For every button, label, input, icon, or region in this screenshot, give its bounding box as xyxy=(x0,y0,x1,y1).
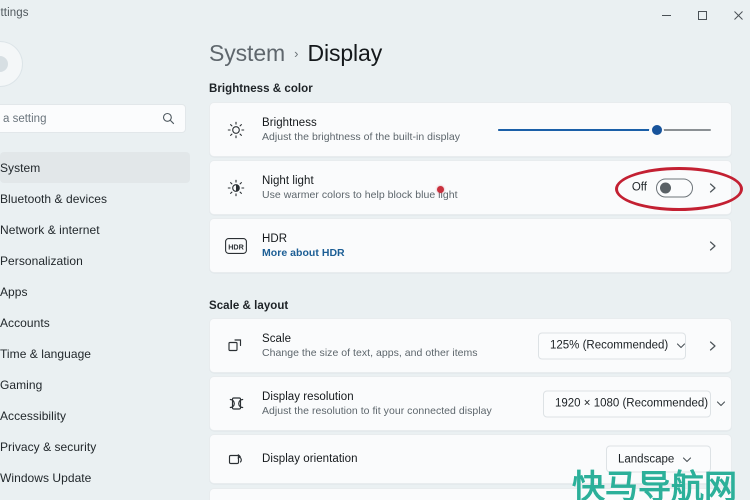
orientation-icon xyxy=(223,446,249,472)
maximize-button[interactable] xyxy=(684,0,720,30)
sidebar-item-time-language[interactable]: Time & language xyxy=(0,338,190,369)
sidebar-item-label: Accounts xyxy=(0,315,50,330)
night-light-row[interactable]: Night light Use warmer colors to help bl… xyxy=(209,160,732,215)
hdr-chevron-right-icon[interactable] xyxy=(707,240,718,251)
sidebar-item-privacy-security[interactable]: Privacy & security xyxy=(0,431,190,462)
sidebar-item-label: Bluetooth & devices xyxy=(0,191,108,206)
brightness-slider[interactable] xyxy=(498,121,711,139)
sidebar-item-label: Privacy & security xyxy=(0,439,97,454)
hdr-title: HDR xyxy=(262,232,288,245)
scale-subtitle: Change the size of text, apps, and other… xyxy=(262,346,478,359)
scale-title: Scale xyxy=(262,332,292,345)
hdr-icon: HDR xyxy=(223,233,249,259)
sidebar-item-label: Windows Update xyxy=(0,470,92,485)
display-resolution-row[interactable]: Display resolution Adjust the resolution… xyxy=(209,376,732,431)
night-light-icon xyxy=(223,175,249,201)
chevron-down-icon xyxy=(716,399,726,409)
scale-dropdown-value: 125% (Recommended) xyxy=(550,339,669,352)
section-heading-scale-layout: Scale & layout xyxy=(209,300,289,312)
brightness-subtitle: Adjust the brightness of the built-in di… xyxy=(262,130,461,143)
sidebar-item-windows-update[interactable]: Windows Update xyxy=(0,462,190,493)
svg-text:HDR: HDR xyxy=(228,242,244,251)
display-resolution-subtitle: Adjust the resolution to fit your connec… xyxy=(262,404,492,417)
scale-text: Scale Change the size of text, apps, and… xyxy=(262,333,478,359)
window-titlebar: ettings xyxy=(0,0,750,30)
sidebar-nav: System Bluetooth & devices Network & int… xyxy=(0,152,190,493)
display-resolution-text: Display resolution Adjust the resolution… xyxy=(262,391,492,417)
sidebar-item-gaming[interactable]: Gaming xyxy=(0,369,190,400)
sidebar-item-accounts[interactable]: Accounts xyxy=(0,307,190,338)
sidebar-item-personalization[interactable]: Personalization xyxy=(0,245,190,276)
slider-thumb-inner xyxy=(651,125,662,135)
display-resolution-dropdown-value: 1920 × 1080 (Recommended) xyxy=(555,397,709,410)
hdr-text: HDR More about HDR xyxy=(262,233,345,259)
chevron-down-icon xyxy=(676,341,686,351)
night-light-subtitle: Use warmer colors to help block blue lig… xyxy=(262,188,458,201)
scale-chevron-right-icon[interactable] xyxy=(707,340,718,351)
watermark: 快马导航网 xyxy=(572,467,737,500)
section-heading-brightness-color: Brightness & color xyxy=(209,83,313,95)
night-light-text: Night light Use warmer colors to help bl… xyxy=(262,175,458,201)
minimize-button[interactable] xyxy=(648,0,684,30)
search-input[interactable] xyxy=(0,112,185,125)
night-light-chevron-right-icon[interactable] xyxy=(707,182,718,193)
sidebar-item-system[interactable]: System xyxy=(0,152,190,183)
breadcrumb-system[interactable]: System xyxy=(209,40,285,67)
brightness-text: Brightness Adjust the brightness of the … xyxy=(262,117,460,143)
toggle-knob xyxy=(660,182,671,193)
brightness-icon xyxy=(223,117,249,143)
sidebar-item-bluetooth-devices[interactable]: Bluetooth & devices xyxy=(0,183,190,214)
slider-fill xyxy=(498,128,656,131)
close-button[interactable] xyxy=(720,0,750,30)
display-orientation-title: Display orientation xyxy=(262,453,358,465)
window-title: ettings xyxy=(0,7,29,19)
scale-icon xyxy=(223,333,249,359)
sidebar-item-label: Network & internet xyxy=(0,222,100,237)
settings-window: ettings System xyxy=(0,0,750,500)
cursor-dot xyxy=(437,186,444,193)
display-resolution-dropdown[interactable]: 1920 × 1080 (Recommended) xyxy=(543,390,726,417)
sidebar-item-label: System xyxy=(0,160,41,175)
breadcrumb: System › Display xyxy=(209,40,382,67)
breadcrumb-separator-icon: › xyxy=(294,46,299,61)
slider-thumb[interactable] xyxy=(649,122,664,138)
search-box[interactable] xyxy=(0,104,186,133)
sidebar-item-label: Time & language xyxy=(0,346,92,361)
brightness-title: Brightness xyxy=(262,116,317,129)
sidebar-item-label: Apps xyxy=(0,284,28,299)
resolution-icon xyxy=(223,391,249,417)
page-title: Display xyxy=(307,40,383,66)
hdr-row[interactable]: HDR HDR More about HDR xyxy=(209,218,732,273)
sidebar-item-accessibility[interactable]: Accessibility xyxy=(0,400,190,431)
avatar-placeholder-icon xyxy=(0,56,8,72)
night-light-toggle[interactable] xyxy=(656,178,693,197)
display-orientation-text: Display orientation xyxy=(262,453,358,465)
sidebar-item-label: Accessibility xyxy=(0,408,66,423)
brightness-row[interactable]: Brightness Adjust the brightness of the … xyxy=(209,102,732,157)
night-light-toggle-state: Off xyxy=(631,181,647,194)
night-light-title: Night light xyxy=(262,174,314,187)
sidebar: System Bluetooth & devices Network & int… xyxy=(0,30,190,500)
sidebar-item-apps[interactable]: Apps xyxy=(0,276,190,307)
scale-row[interactable]: Scale Change the size of text, apps, and… xyxy=(209,318,732,373)
avatar[interactable] xyxy=(0,42,22,86)
night-light-toggle-group[interactable]: Off xyxy=(632,178,693,197)
hdr-more-link[interactable]: More about HDR xyxy=(262,247,345,259)
search-icon xyxy=(162,112,175,130)
sidebar-item-label: Gaming xyxy=(0,377,43,392)
sidebar-item-network-internet[interactable]: Network & internet xyxy=(0,214,190,245)
scale-dropdown[interactable]: 125% (Recommended) xyxy=(538,332,686,359)
display-resolution-title: Display resolution xyxy=(262,390,354,403)
main-content: System › Display Brightness & color Brig… xyxy=(190,30,750,500)
sidebar-item-label: Personalization xyxy=(0,253,83,268)
